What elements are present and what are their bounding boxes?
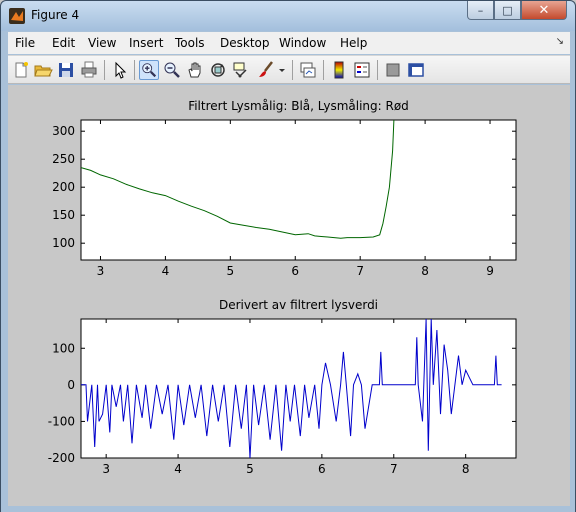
new-figure-icon[interactable] (11, 60, 31, 80)
x-tick-label: 4 (162, 264, 170, 278)
open-file-icon[interactable] (33, 60, 53, 80)
rotate-3d-icon[interactable] (208, 60, 228, 80)
menu-help[interactable]: Help (340, 36, 367, 50)
x-tick-label: 3 (102, 462, 110, 476)
print-icon[interactable] (79, 60, 99, 80)
x-tick-label: 6 (291, 264, 299, 278)
menu-insert[interactable]: Insert (129, 36, 163, 50)
y-tick-label: 150 (52, 208, 75, 222)
title-bar[interactable]: Figure 4 – □ ✕ (1, 1, 575, 31)
y-tick-label: 300 (52, 124, 75, 138)
axes-1: Filtrert Lysmålig: Blå, Lysmåling: Rød 3 4… (52, 99, 517, 278)
edit-plot-arrow-icon[interactable] (110, 60, 130, 80)
chart-title: Derivert av filtrert lysverdi (219, 298, 378, 312)
y-tick-label: 250 (52, 152, 75, 166)
menu-window[interactable]: Window (279, 36, 326, 50)
y-tick-label: 0 (67, 378, 75, 392)
maximize-button[interactable]: □ (494, 1, 521, 20)
toolbar-separator (134, 60, 135, 80)
toolbar-separator (104, 60, 105, 80)
x-tick-label: 7 (390, 462, 398, 476)
y-tick-label: 100 (52, 236, 75, 250)
figure-window: Figure 4 – □ ✕ File Edit View Insert Too… (0, 0, 576, 512)
figure-toolbar (8, 55, 570, 84)
x-tick-label: 6 (318, 462, 326, 476)
x-tick-label: 8 (462, 462, 470, 476)
save-icon[interactable] (56, 60, 76, 80)
axes-background (80, 119, 517, 261)
x-tick-label: 9 (486, 264, 494, 278)
x-tick-label: 5 (227, 264, 235, 278)
brush-icon[interactable] (256, 60, 276, 80)
link-plot-icon[interactable] (298, 60, 318, 80)
menu-desktop[interactable]: Desktop (220, 36, 270, 50)
zoom-out-icon[interactable] (162, 60, 182, 80)
toolbar-separator (323, 60, 324, 80)
x-tick-label: 7 (356, 264, 364, 278)
colorbar-icon[interactable] (329, 60, 349, 80)
chart-title: Filtrert Lysmålig: Blå, Lysmåling: Rød (188, 99, 409, 113)
axes-2: Derivert av filtrert lysverdi 3 4 5 6 7 8 -200 -… (48, 298, 517, 476)
y-tick-label: -200 (48, 451, 75, 465)
x-tick-label: 3 (97, 264, 105, 278)
menu-edit[interactable]: Edit (52, 36, 75, 50)
figure-canvas[interactable]: Filtrert Lysmålig: Blå, Lysmåling: Rød 3 4… (8, 85, 570, 506)
menu-file[interactable]: File (15, 36, 35, 50)
y-tick-label: 200 (52, 180, 75, 194)
window-title: Figure 4 (31, 8, 80, 22)
brush-dropdown-chevron-down-icon[interactable] (276, 60, 288, 80)
legend-icon[interactable] (352, 60, 372, 80)
hide-plot-tools-icon[interactable] (383, 60, 403, 80)
zoom-in-icon[interactable] (139, 60, 159, 80)
show-plot-tools-icon[interactable] (406, 60, 426, 80)
data-cursor-icon[interactable] (231, 60, 251, 80)
y-tick-label: -100 (48, 414, 75, 428)
minimize-button[interactable]: – (467, 1, 494, 20)
toolbar-separator (377, 60, 378, 80)
x-tick-label: 5 (246, 462, 254, 476)
figure-plots[interactable]: Filtrert Lysmålig: Blå, Lysmåling: Rød 3 4… (8, 85, 570, 506)
toolbar-separator (292, 60, 293, 80)
y-tick-label: 100 (52, 341, 75, 355)
matlab-app-icon (9, 8, 25, 24)
x-tick-label: 4 (174, 462, 182, 476)
x-tick-label: 8 (421, 264, 429, 278)
menu-dock-arrow-icon[interactable]: ↘ (556, 36, 564, 47)
close-button[interactable]: ✕ (521, 1, 567, 20)
pan-hand-icon[interactable] (185, 60, 205, 80)
menu-view[interactable]: View (88, 36, 116, 50)
window-bottom-border (1, 506, 575, 512)
menu-bar: File Edit View Insert Tools Desktop Wind… (8, 32, 570, 54)
menu-tools[interactable]: Tools (175, 36, 205, 50)
